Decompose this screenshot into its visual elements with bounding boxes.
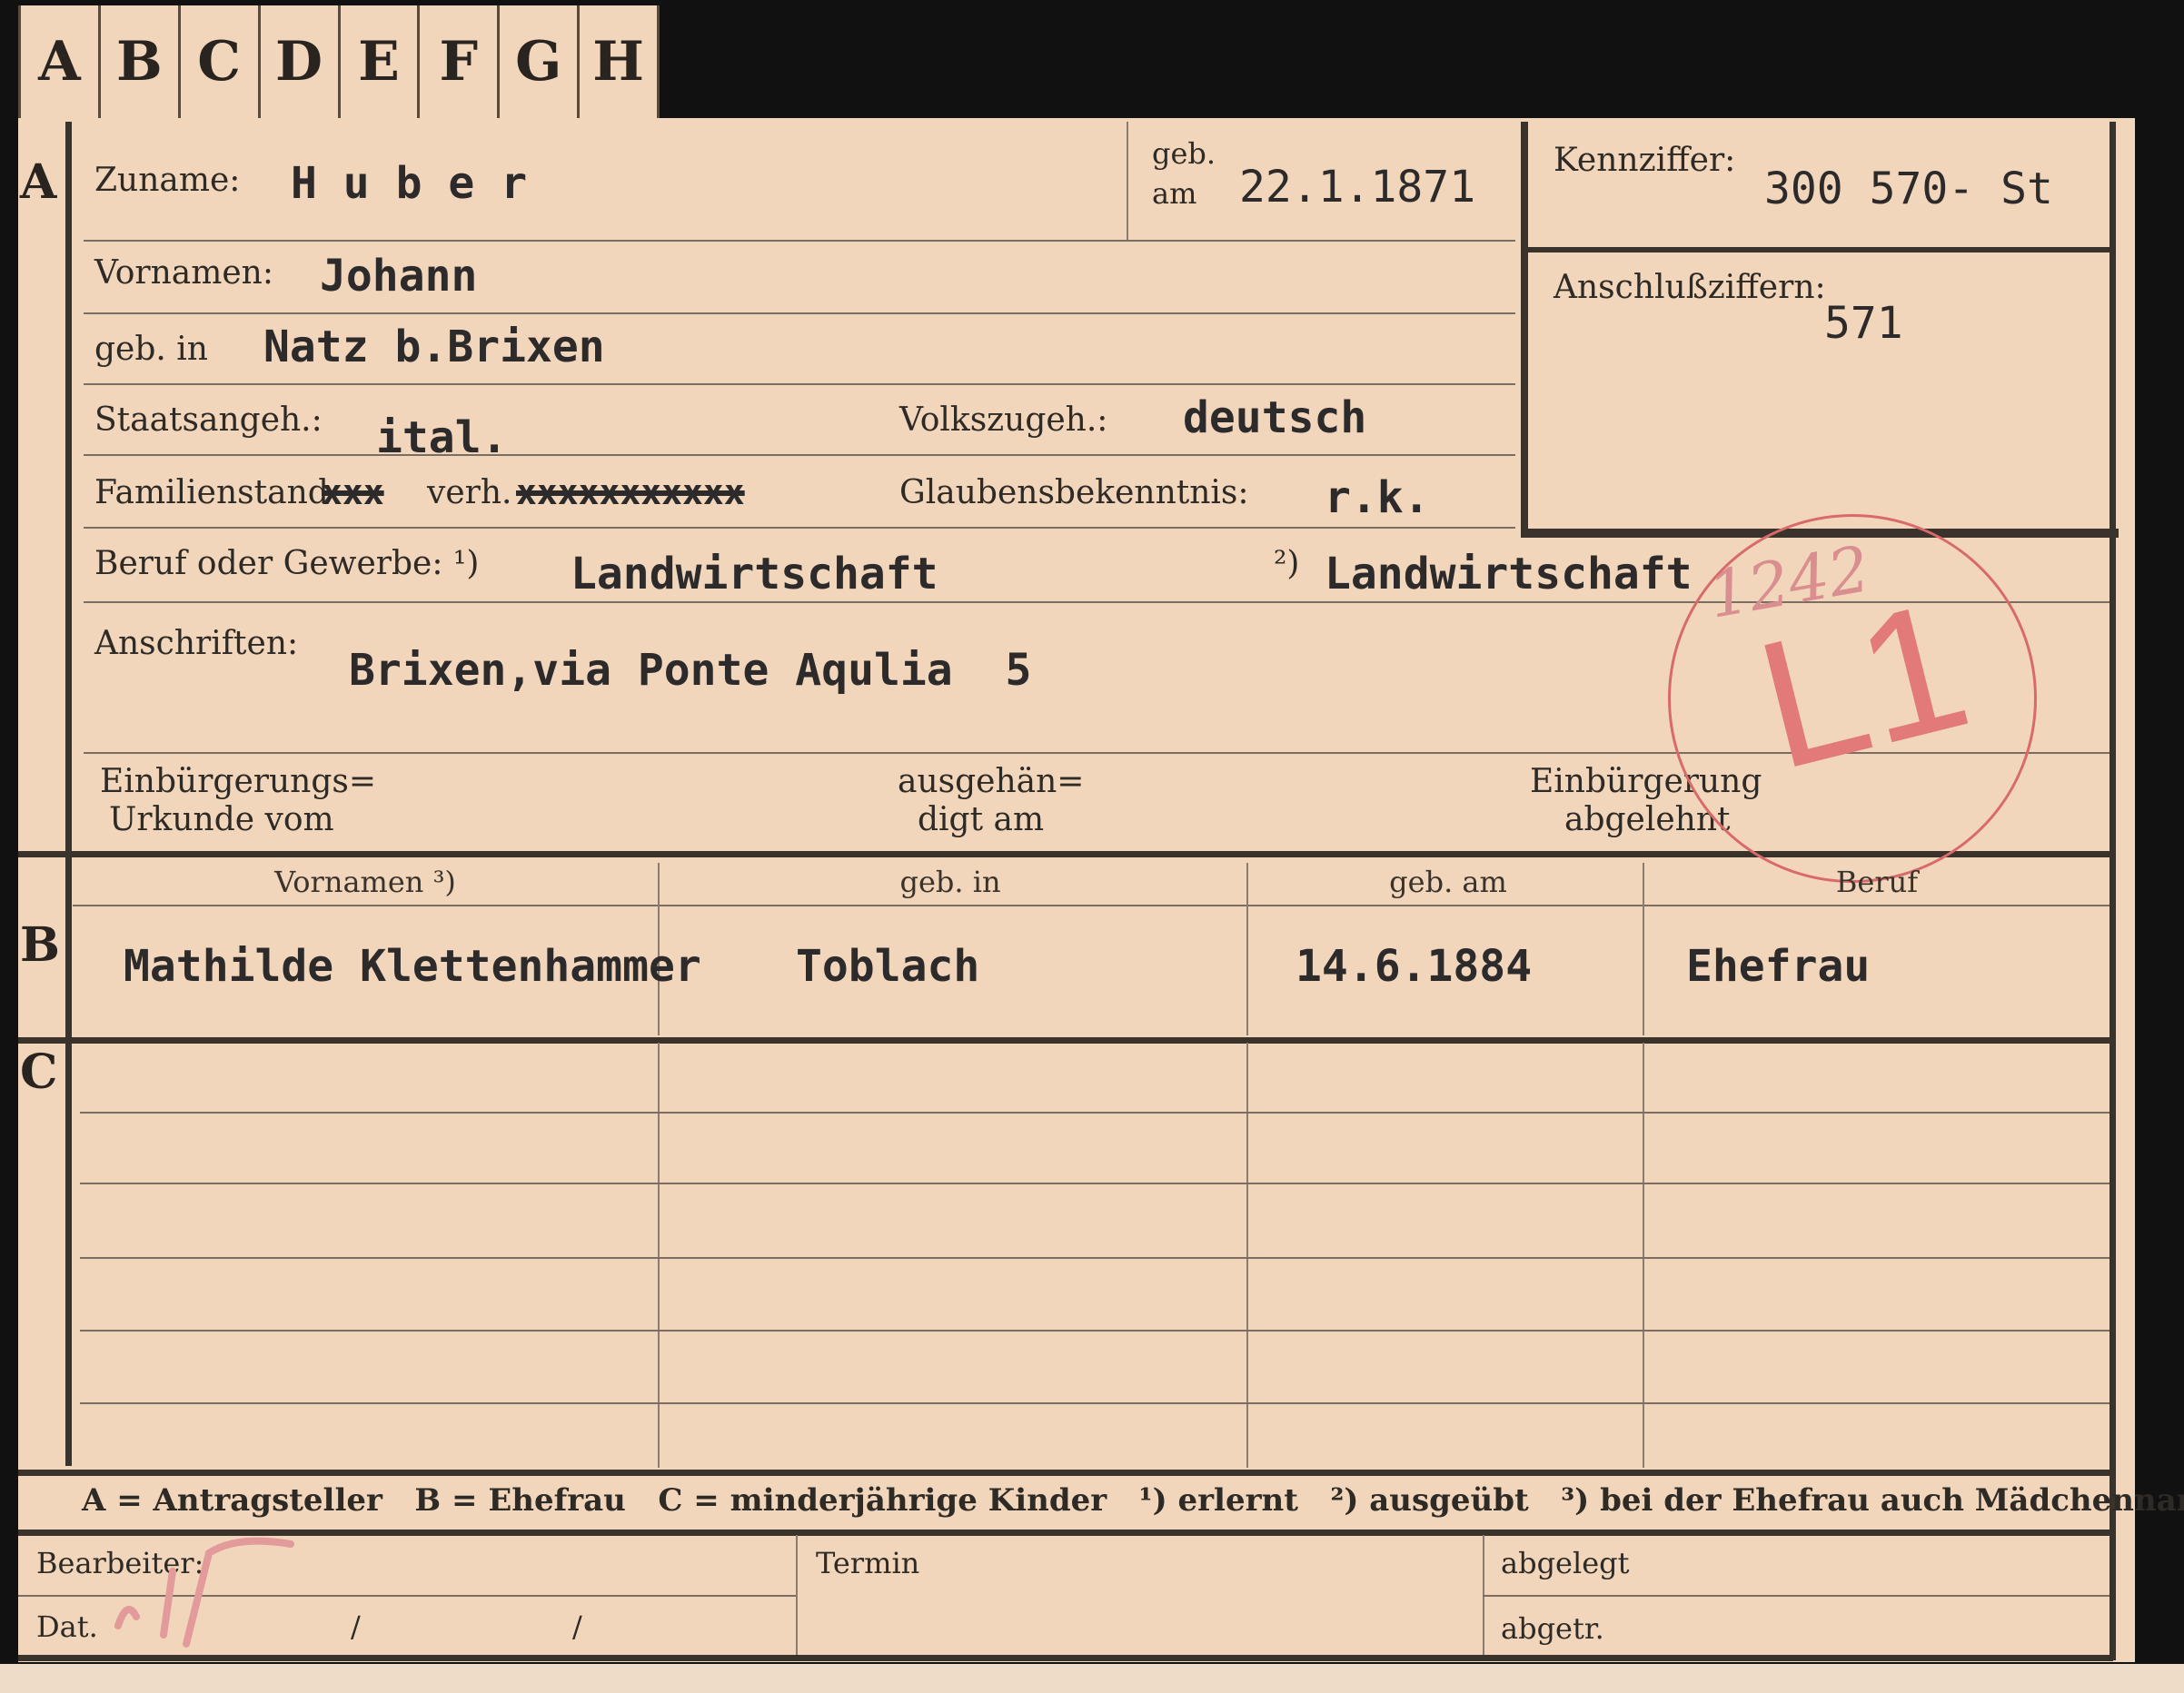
scan-border	[0, 1664, 2184, 1693]
code-value: 300 570- St	[1764, 163, 2053, 214]
linked-label: Anschlußziffern:	[1554, 269, 1826, 306]
deadline-label: Termin	[816, 1546, 920, 1580]
birthdate-divider	[1127, 122, 1128, 240]
index-tabs: A B C D E F G H	[18, 5, 660, 122]
section-c-bottom-rule	[18, 1470, 2113, 1476]
birthplace-value: Natz b.Brixen	[263, 322, 605, 372]
date-slash-1: /	[351, 1609, 361, 1644]
firstname-value: Johann	[320, 251, 478, 302]
birth-date-value: 22.1.1871	[1239, 162, 1476, 213]
tab-a[interactable]: A	[18, 5, 101, 118]
wife-profession: Ehefrau	[1686, 941, 1871, 992]
reference-divider	[1526, 247, 2111, 252]
section-b-bottom-rule	[18, 1037, 2113, 1044]
address-label: Anschriften:	[94, 625, 299, 662]
legend-text: A = Antragsteller B = Ehefrau C = minder…	[82, 1482, 2184, 1519]
children-row-rule	[80, 1112, 2110, 1114]
profession-learned-value: Landwirtschaft	[571, 549, 938, 599]
religion-value: r.k.	[1325, 472, 1430, 523]
address-value: Brixen,via Ponte Aqulia 5	[349, 645, 1032, 696]
children-row-rule	[80, 1402, 2110, 1404]
footer-divider	[796, 1535, 798, 1655]
ethnicity-value: deutsch	[1183, 392, 1367, 443]
row-rule	[84, 527, 1515, 529]
section-b-letter: B	[20, 917, 60, 973]
wife-header-birthdate: geb. am	[1389, 865, 1507, 899]
birth-label-2: am	[1152, 176, 1197, 211]
row-rule	[84, 312, 1515, 314]
profession-practiced-value: Landwirtschaft	[1325, 549, 1693, 599]
tab-f[interactable]: F	[420, 5, 501, 118]
tab-c[interactable]: C	[181, 5, 261, 118]
handwritten-initials-mark	[114, 1537, 294, 1648]
tab-b[interactable]: B	[101, 5, 181, 118]
tab-g[interactable]: G	[500, 5, 581, 118]
date-slash-2: /	[572, 1609, 582, 1644]
marital-value: verh.	[427, 474, 512, 511]
wife-header-rule	[73, 905, 2110, 906]
children-row-rule	[80, 1257, 2110, 1259]
section-c-letter: C	[20, 1045, 58, 1100]
handed-label-1: ausgehän=	[898, 763, 1085, 800]
birthplace-label: geb. in	[94, 331, 208, 368]
row-rule	[84, 454, 1515, 456]
citizenship-label: Staatsangeh.:	[94, 401, 323, 439]
wife-birthplace: Toblach	[796, 941, 980, 992]
firstname-label: Vornamen:	[94, 254, 273, 292]
profession-practiced-marker: ²)	[1274, 545, 1300, 582]
card-bottom-rule	[18, 1655, 2113, 1661]
citizenship-value: ital.	[376, 412, 508, 463]
code-label: Kennziffer:	[1554, 142, 1736, 179]
date-label: Dat.	[36, 1609, 98, 1644]
left-margin-rule	[65, 122, 72, 1466]
tab-d[interactable]: D	[261, 5, 341, 118]
wife-birthdate: 14.6.1884	[1296, 941, 1533, 992]
profession-label: Beruf oder Gewerbe: ¹)	[94, 545, 480, 582]
row-rule	[84, 383, 1515, 385]
children-row-rule	[80, 1183, 2110, 1184]
row-rule	[84, 240, 1515, 242]
wife-col-divider	[1643, 863, 1644, 1035]
handed-label-2: digt am	[918, 801, 1045, 838]
wife-header-profession: Beruf	[1835, 865, 1919, 899]
marital-label: Familienstand	[94, 474, 329, 511]
children-row-rule	[80, 1330, 2110, 1332]
marital-struck-2: xxxxxxxxxxx	[516, 472, 745, 512]
wife-header-birthplace: geb. in	[899, 865, 1001, 899]
wife-name: Mathilde Klettenhammer	[124, 941, 701, 992]
wife-col-divider	[1246, 863, 1248, 1035]
surname-value: H u b e r	[291, 158, 528, 209]
footer-row-rule	[1483, 1595, 2110, 1597]
marital-struck-1: xxx	[322, 472, 384, 512]
tab-h[interactable]: H	[580, 5, 660, 118]
linked-value: 571	[1824, 298, 1903, 349]
section-a-letter: A	[20, 154, 57, 210]
religion-label: Glaubensbekenntnis:	[899, 474, 1249, 511]
filed-label: abgelegt	[1501, 1546, 1630, 1580]
legend-bottom-rule	[18, 1530, 2113, 1536]
ethnicity-label: Volkszugeh.:	[899, 401, 1108, 439]
naturalization-label-1: Einbürgerungs=	[100, 763, 377, 800]
birth-label-1: geb.	[1152, 136, 1216, 171]
tab-e[interactable]: E	[341, 5, 421, 118]
naturalization-label-2: Urkunde vom	[109, 801, 334, 838]
deregistered-label: abgetr.	[1501, 1611, 1604, 1646]
wife-header-firstname: Vornamen ³)	[274, 865, 456, 899]
surname-label: Zuname:	[94, 162, 241, 199]
